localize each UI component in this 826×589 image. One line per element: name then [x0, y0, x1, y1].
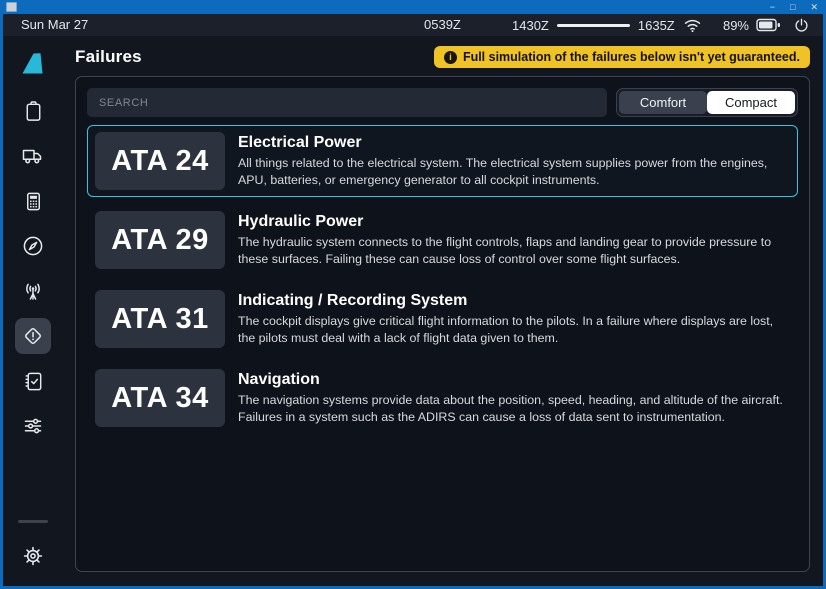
search-input[interactable]	[87, 88, 607, 117]
failure-diamond-icon	[21, 324, 45, 348]
failure-card[interactable]: ATA 24 Electrical Power All things relat…	[87, 125, 798, 197]
failures-panel: Comfort Compact ATA 24 Electrical Power	[75, 76, 810, 572]
failure-title: Hydraulic Power	[238, 213, 790, 231]
sliders-icon	[21, 414, 45, 438]
schedule-start-time: 1430Z	[512, 18, 549, 33]
failure-title: Electrical Power	[238, 134, 790, 152]
sidebar-item-settings[interactable]	[15, 538, 51, 574]
failure-title: Indicating / Recording System	[238, 292, 790, 310]
failure-description: The navigation systems provide data abou…	[238, 392, 790, 425]
truck-icon	[21, 144, 45, 168]
flypad-logo-icon[interactable]	[15, 46, 51, 82]
power-icon[interactable]	[793, 17, 810, 34]
ata-badge: ATA 34	[95, 369, 225, 427]
warning-banner: i Full simulation of the failures below …	[434, 46, 810, 68]
ata-badge: ATA 24	[95, 132, 225, 190]
close-button[interactable]: ✕	[810, 0, 818, 14]
statusbar-utc-time: 0539Z	[424, 14, 461, 36]
statusbar-schedule: 1430Z 1635Z	[512, 14, 675, 36]
failure-title: Navigation	[238, 371, 790, 389]
flypad-app: Sun Mar 27 0539Z 1430Z 1635Z 89%	[3, 14, 823, 586]
page-title: Failures	[75, 47, 142, 67]
sidebar-item-atc[interactable]	[15, 273, 51, 309]
info-icon: i	[444, 51, 457, 64]
ata-badge-label: ATA 34	[111, 382, 209, 415]
battery-icon	[756, 18, 781, 32]
sidebar-item-checklists[interactable]	[15, 363, 51, 399]
warning-text: Full simulation of the failures below is…	[463, 50, 800, 64]
antenna-icon	[21, 279, 45, 303]
window-titlebar[interactable]: − □ ✕	[0, 0, 826, 14]
statusbar: Sun Mar 27 0539Z 1430Z 1635Z 89%	[3, 14, 823, 36]
wifi-icon	[683, 18, 702, 33]
sidebar-item-performance[interactable]	[15, 183, 51, 219]
ata-badge-label: ATA 31	[111, 303, 209, 336]
failure-card[interactable]: ATA 34 Navigation The navigation systems…	[87, 362, 798, 434]
failure-description: The cockpit displays give critical fligh…	[238, 313, 790, 346]
main-content: Failures i Full simulation of the failur…	[63, 36, 823, 586]
ata-badge-label: ATA 29	[111, 224, 209, 257]
view-toggle: Comfort Compact	[616, 88, 798, 117]
sidebar-item-ground-services[interactable]	[15, 138, 51, 174]
window-app-icon	[6, 2, 17, 12]
minimize-button[interactable]: −	[770, 0, 775, 14]
sidebar-divider	[18, 520, 48, 523]
gear-icon	[21, 544, 45, 568]
clipboard-icon	[22, 100, 45, 123]
battery-percent: 89%	[723, 18, 749, 33]
compass-icon	[21, 234, 45, 258]
statusbar-date: Sun Mar 27	[21, 14, 88, 36]
ata-badge: ATA 29	[95, 211, 225, 269]
ata-badge-label: ATA 24	[111, 145, 209, 178]
sidebar-item-navigation[interactable]	[15, 228, 51, 264]
window: { "window": { "controls": { "minimize": …	[0, 0, 826, 589]
sidebar-item-failures[interactable]	[15, 318, 51, 354]
view-toggle-compact[interactable]: Compact	[707, 91, 795, 114]
failures-list: ATA 24 Electrical Power All things relat…	[87, 125, 798, 434]
ata-badge: ATA 31	[95, 290, 225, 348]
schedule-end-time: 1635Z	[638, 18, 675, 33]
maximize-button[interactable]: □	[790, 0, 795, 14]
sidebar-item-dashboard[interactable]	[15, 93, 51, 129]
sidebar	[3, 36, 63, 586]
failure-description: The hydraulic system connects to the fli…	[238, 234, 790, 267]
failure-card[interactable]: ATA 29 Hydraulic Power The hydraulic sys…	[87, 204, 798, 276]
view-toggle-comfort[interactable]: Comfort	[619, 91, 707, 114]
checklist-icon	[22, 370, 45, 393]
schedule-progress-bar[interactable]	[557, 24, 630, 27]
failure-description: All things related to the electrical sys…	[238, 155, 790, 188]
failure-card[interactable]: ATA 31 Indicating / Recording System The…	[87, 283, 798, 355]
calculator-icon	[22, 190, 45, 213]
sidebar-item-presets[interactable]	[15, 408, 51, 444]
